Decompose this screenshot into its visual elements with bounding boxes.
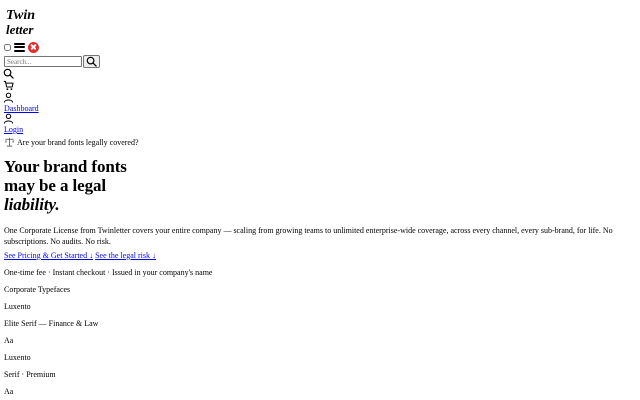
search-icon[interactable] — [3, 68, 14, 79]
hero-line-1: Your brand fonts — [4, 157, 127, 176]
typeface-name: Luxento — [4, 302, 31, 311]
logo-text-line1: Twin — [6, 8, 35, 23]
logo-text-line2: letter — [6, 22, 34, 37]
typeface-sample: Aa — [4, 387, 14, 396]
user-icon — [3, 92, 14, 103]
hero-line-2: may be a legal — [4, 176, 107, 195]
typeface-description: Serif · Premium — [4, 370, 56, 379]
hero-description: One Corporate License from Twinletter co… — [4, 226, 613, 246]
menu-toggle-row — [4, 41, 39, 53]
cart-icon[interactable] — [3, 80, 14, 91]
checkout-meta: One-time fee · Instant checkout · Issued… — [4, 268, 213, 277]
scale-icon — [4, 137, 15, 147]
legal-risk-link[interactable]: See the legal risk ↓ — [95, 251, 156, 260]
dashboard-link[interactable]: Dashboard — [4, 104, 39, 113]
login-link[interactable]: Login — [4, 125, 23, 134]
search-input[interactable] — [4, 56, 82, 67]
search-button[interactable] — [83, 55, 100, 68]
typeface-name: Luxento — [4, 353, 31, 362]
hamburger-icon[interactable] — [14, 42, 25, 52]
hero-line-3: liability. — [4, 195, 60, 214]
close-icon[interactable] — [28, 41, 39, 53]
search-form — [4, 55, 100, 68]
legal-notice-text: Are your brand fonts legally covered? — [17, 137, 139, 147]
user-icon — [3, 113, 14, 124]
hero-heading: Your brand fonts may be a legal liabilit… — [4, 157, 127, 214]
menu-toggle-checkbox[interactable] — [4, 43, 11, 51]
typeface-sample: Aa — [4, 336, 14, 345]
search-icon — [86, 56, 97, 67]
typefaces-heading: Corporate Typefaces — [4, 285, 71, 294]
legal-notice: Are your brand fonts legally covered? — [4, 137, 139, 147]
cta-group: See Pricing & Get Started ↓ See the lega… — [4, 251, 156, 260]
see-pricing-link[interactable]: See Pricing & Get Started ↓ — [4, 251, 93, 260]
typeface-description: Elite Serif — Finance & Law — [4, 319, 99, 328]
twinletter-logo[interactable]: Twin letter — [4, 5, 40, 37]
